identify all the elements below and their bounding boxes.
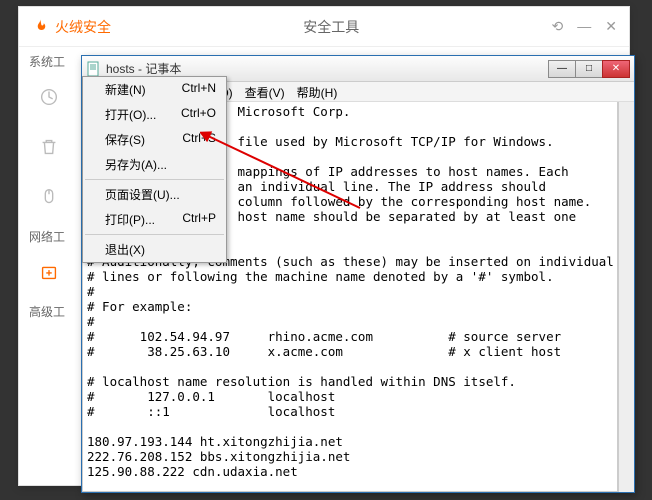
dd-new[interactable]: 新建(N)Ctrl+N (83, 77, 226, 102)
dd-print[interactable]: 打印(P)...Ctrl+P (83, 207, 226, 232)
notepad-title: hosts - 记事本 (106, 60, 549, 77)
notepad-scrollbar[interactable] (618, 102, 634, 492)
notepad-icon (86, 61, 102, 77)
sidebar-item-trash[interactable] (19, 122, 79, 172)
notepad-window: hosts - 记事本 — □ ✕ 文件(F) 编辑(E) 格式(O) 查看(V… (81, 55, 635, 493)
sidebar-item-refresh[interactable] (19, 72, 79, 122)
notepad-close-button[interactable]: ✕ (602, 60, 630, 78)
dd-open[interactable]: 打开(O)...Ctrl+O (83, 102, 226, 127)
dd-saveas[interactable]: 另存为(A)... (83, 152, 226, 177)
menu-help[interactable]: 帮助(H) (291, 82, 344, 101)
refresh-icon (38, 86, 60, 108)
reload-button[interactable]: ⟲ (552, 18, 564, 35)
huorong-title: 安全工具 (111, 17, 552, 37)
dd-save[interactable]: 保存(S)Ctrl+S (83, 127, 226, 152)
flame-icon (31, 18, 49, 36)
huorong-header: 火绒安全 安全工具 ⟲ — ✕ (19, 7, 629, 47)
notepad-window-buttons: — □ ✕ (549, 60, 630, 78)
huorong-logo: 火绒安全 (31, 17, 111, 37)
huorong-sidebar: 系统工 网络工 高级工 (19, 47, 79, 322)
minimize-button[interactable]: — (577, 18, 591, 35)
mouse-icon (38, 186, 60, 208)
sidebar-label-system: 系统工 (19, 47, 79, 72)
plus-box-icon (38, 261, 60, 283)
huorong-controls: ⟲ — ✕ (552, 18, 617, 35)
dd-exit[interactable]: 退出(X) (83, 237, 226, 262)
dd-pagesetup[interactable]: 页面设置(U)... (83, 182, 226, 207)
menu-view[interactable]: 查看(V) (239, 82, 291, 101)
notepad-maximize-button[interactable]: □ (575, 60, 603, 78)
trash-icon (38, 136, 60, 158)
close-button[interactable]: ✕ (605, 18, 617, 35)
dd-separator (85, 234, 224, 235)
sidebar-item-add[interactable] (19, 247, 79, 297)
sidebar-item-mouse[interactable] (19, 172, 79, 222)
file-dropdown: 新建(N)Ctrl+N 打开(O)...Ctrl+O 保存(S)Ctrl+S 另… (82, 76, 227, 263)
brand-text: 火绒安全 (55, 17, 111, 37)
sidebar-label-advanced: 高级工 (19, 297, 79, 322)
sidebar-label-network: 网络工 (19, 222, 79, 247)
dd-separator (85, 179, 224, 180)
notepad-minimize-button[interactable]: — (548, 60, 576, 78)
